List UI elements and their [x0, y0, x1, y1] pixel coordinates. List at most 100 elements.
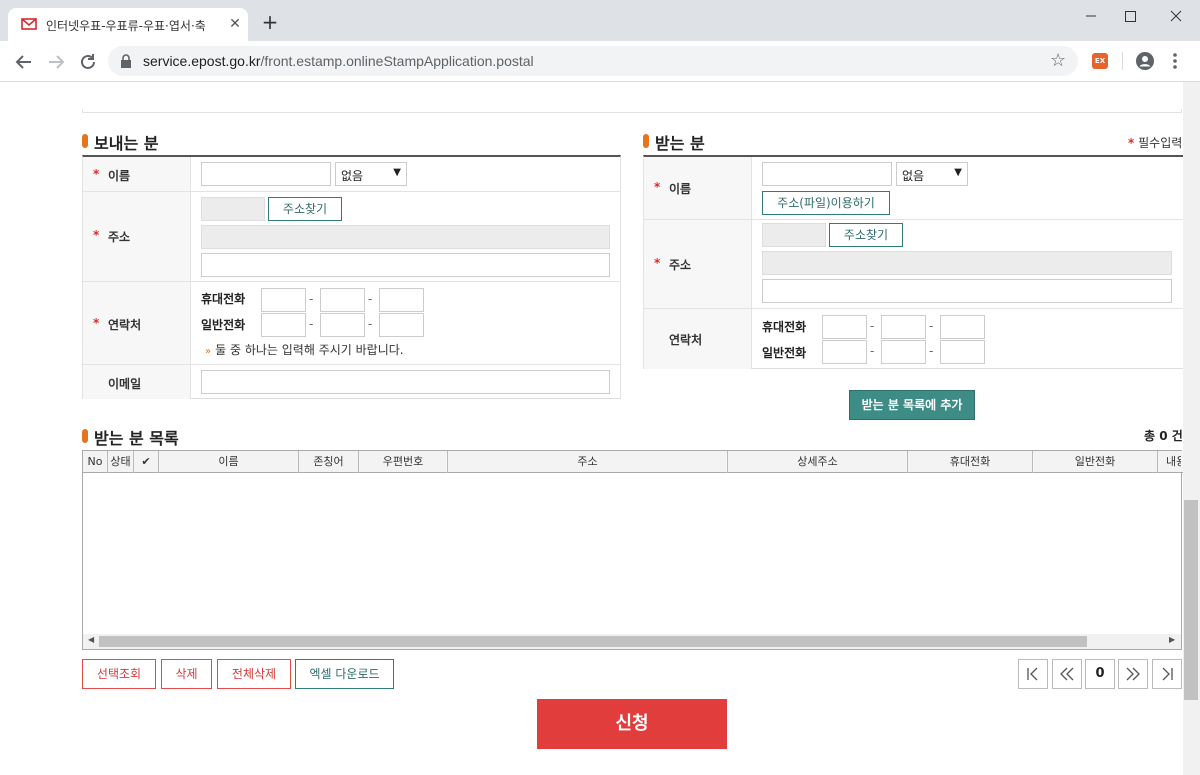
receiver-honorific-select[interactable]: 없음 ▼: [896, 162, 968, 186]
dropdown-arrow-icon: ▼: [393, 167, 401, 178]
grid-header: No 상태 ✔ 이름 존칭어 우편번호 주소 상세주소 휴대전화 일반전화 내용: [83, 451, 1183, 473]
sender-email-row: 이메일: [83, 365, 620, 399]
sender-honorific-select[interactable]: 없음 ▼: [335, 162, 407, 186]
first-page-icon[interactable]: [1018, 659, 1048, 689]
add-to-receiver-list-button[interactable]: 받는 분 목록에 추가: [849, 390, 975, 420]
receiver-find-address-button[interactable]: 주소찾기: [829, 223, 903, 247]
receiver-zipcode-field: [762, 223, 826, 247]
receiver-section-title: 받는 분: [643, 130, 705, 154]
extension-icon[interactable]: EX: [1092, 53, 1108, 69]
excel-download-button[interactable]: 엑셀 다운로드: [295, 659, 394, 689]
sender-form: * 이름 없음 ▼ * 주소 주소찾기 * 연락처 휴대전화 - - 일반전화 …: [82, 155, 621, 399]
last-page-icon[interactable]: [1152, 659, 1182, 689]
receiver-name-input[interactable]: [762, 162, 892, 186]
receiver-address-row: * 주소 주소찾기: [644, 220, 1184, 309]
page-scroll-thumb[interactable]: [1184, 500, 1198, 700]
col-mobile[interactable]: 휴대전화: [908, 451, 1033, 473]
receiver-detail-address-input[interactable]: [762, 279, 1172, 303]
sender-phone-3[interactable]: [379, 313, 424, 337]
sender-contact-row: * 연락처 휴대전화 - - 일반전화 - - » 둘 중 하나는 입력해 주시기…: [83, 282, 620, 365]
file-address-button[interactable]: 주소(파일)이용하기: [762, 191, 890, 215]
url-text: service.epost.go.kr/front.estamp.onlineS…: [143, 53, 534, 69]
sender-email-input[interactable]: [201, 370, 610, 394]
col-no[interactable]: No: [83, 451, 108, 473]
scroll-left-icon[interactable]: ◀: [88, 635, 94, 644]
new-tab-button[interactable]: +: [258, 11, 282, 35]
col-address[interactable]: 주소: [448, 451, 728, 473]
next-page-icon[interactable]: [1118, 659, 1148, 689]
receiver-phone-1[interactable]: [822, 340, 867, 364]
receiver-list-grid: No 상태 ✔ 이름 존칭어 우편번호 주소 상세주소 휴대전화 일반전화 내용…: [82, 450, 1183, 650]
epost-favicon-icon: [21, 18, 37, 30]
sender-zipcode-field: [201, 197, 265, 221]
receiver-form: * 이름 없음▼ 주소(파일)이용하기 * 주소 주소찾기 연락처 휴대전화: [643, 155, 1184, 369]
receiver-phone-3[interactable]: [940, 340, 985, 364]
minimize-icon[interactable]: [1068, 4, 1112, 28]
tab-title: 인터넷우표-우표류-우표·엽서·축: [46, 19, 206, 33]
sender-section-title: 보내는 분: [82, 130, 158, 154]
col-honorific[interactable]: 존칭어: [299, 451, 359, 473]
maximize-icon[interactable]: [1108, 4, 1152, 28]
grid-scroll-thumb[interactable]: [99, 636, 1087, 647]
page-viewport: 보내는 분 * 이름 없음 ▼ * 주소 주소찾기 * 연락처 휴대전화 - -…: [0, 82, 1200, 775]
receiver-mobile-3[interactable]: [940, 315, 985, 339]
dropdown-arrow-icon: ▼: [954, 167, 962, 178]
forward-arrow-icon[interactable]: [44, 50, 68, 74]
address-bar[interactable]: service.epost.go.kr/front.estamp.onlineS…: [108, 46, 1078, 76]
receiver-list-title: 받는 분 목록: [82, 425, 179, 449]
col-zipcode[interactable]: 우편번호: [359, 451, 448, 473]
receiver-mobile-1[interactable]: [822, 315, 867, 339]
profile-icon[interactable]: [1136, 52, 1154, 70]
col-detail-address[interactable]: 상세주소: [728, 451, 908, 473]
receiver-name-row: * 이름 없음 ▼ 주소(파일)이용하기: [644, 157, 1184, 220]
reload-icon[interactable]: [76, 50, 100, 74]
sender-phone-2[interactable]: [320, 313, 365, 337]
window-close-icon[interactable]: [1154, 4, 1198, 28]
tab-strip: 인터넷우표-우표류-우표·엽서·축 ✕ +: [0, 0, 1200, 41]
sender-detail-address-input[interactable]: [201, 253, 610, 277]
grid-horizontal-scrollbar[interactable]: ◀ ▶: [83, 634, 1181, 649]
receiver-name-label: * 이름: [644, 157, 752, 219]
col-checkbox[interactable]: ✔: [134, 451, 159, 473]
kebab-menu-icon[interactable]: [1172, 51, 1178, 71]
sender-phone-label: 일반전화: [201, 318, 246, 332]
contact-hint: » 둘 중 하나는 입력해 주시기 바랍니다.: [205, 343, 404, 357]
delete-all-button[interactable]: 전체삭제: [217, 659, 291, 689]
sender-mobile-2[interactable]: [320, 288, 365, 312]
sender-contact-label: * 연락처: [83, 282, 191, 364]
total-count: 총 0 건: [1144, 429, 1183, 443]
sender-mobile-3[interactable]: [379, 288, 424, 312]
receiver-mobile-2[interactable]: [881, 315, 926, 339]
sender-phone-1[interactable]: [261, 313, 306, 337]
prev-page-icon[interactable]: [1052, 659, 1082, 689]
receiver-phone-2[interactable]: [881, 340, 926, 364]
receiver-contact-label: 연락처: [644, 309, 752, 369]
bookmark-star-icon[interactable]: ☆: [1050, 50, 1066, 71]
previous-section-border: [82, 109, 1182, 113]
col-phone[interactable]: 일반전화: [1033, 451, 1158, 473]
current-page[interactable]: 0: [1085, 659, 1115, 689]
sender-address-row: * 주소 주소찾기: [83, 192, 620, 282]
sender-name-row: * 이름 없음 ▼: [83, 157, 620, 192]
scroll-right-icon[interactable]: ▶: [1169, 635, 1175, 644]
sender-address-label: * 주소: [83, 192, 191, 281]
sender-mobile-1[interactable]: [261, 288, 306, 312]
sender-find-address-button[interactable]: 주소찾기: [268, 197, 342, 221]
receiver-address-field: [762, 251, 1172, 275]
browser-toolbar: service.epost.go.kr/front.estamp.onlineS…: [0, 41, 1200, 82]
col-status[interactable]: 상태: [108, 451, 134, 473]
sender-name-label: * 이름: [83, 157, 191, 191]
back-arrow-icon[interactable]: [12, 50, 36, 74]
receiver-phone-label: 일반전화: [762, 346, 807, 360]
select-view-button[interactable]: 선택조회: [82, 659, 156, 689]
toolbar-divider: [1122, 52, 1123, 70]
sender-name-input[interactable]: [201, 162, 331, 186]
col-name[interactable]: 이름: [159, 451, 299, 473]
submit-button[interactable]: 신청: [537, 699, 727, 749]
browser-tab[interactable]: 인터넷우표-우표류-우표·엽서·축 ✕: [8, 8, 248, 41]
col-content[interactable]: 내용: [1158, 451, 1181, 473]
delete-button[interactable]: 삭제: [161, 659, 212, 689]
sender-email-label: 이메일: [83, 365, 191, 399]
tab-close-icon[interactable]: ✕: [226, 15, 244, 33]
receiver-mobile-label: 휴대전화: [762, 320, 807, 334]
